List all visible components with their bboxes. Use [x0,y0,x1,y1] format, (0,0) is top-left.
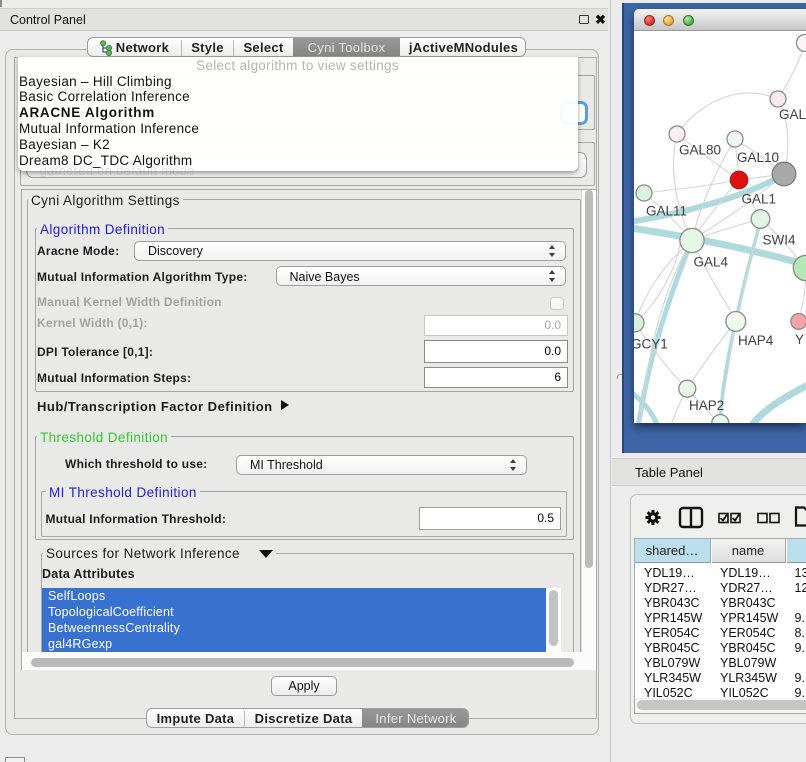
svg-text:Y: Y [795,332,804,347]
svg-text:HAP2: HAP2 [689,398,724,413]
svg-text:GCY1: GCY1 [634,337,668,352]
svg-text:GAL80: GAL80 [679,143,721,158]
svg-text:GAL1: GAL1 [742,192,777,207]
svg-text:GAL4: GAL4 [694,255,729,270]
svg-text:GAL: GAL [779,107,806,122]
svg-text:SWI4: SWI4 [763,233,796,248]
svg-text:GAL11: GAL11 [646,204,687,219]
svg-text:GAL10: GAL10 [737,150,779,165]
svg-text:HAP4: HAP4 [738,333,774,348]
